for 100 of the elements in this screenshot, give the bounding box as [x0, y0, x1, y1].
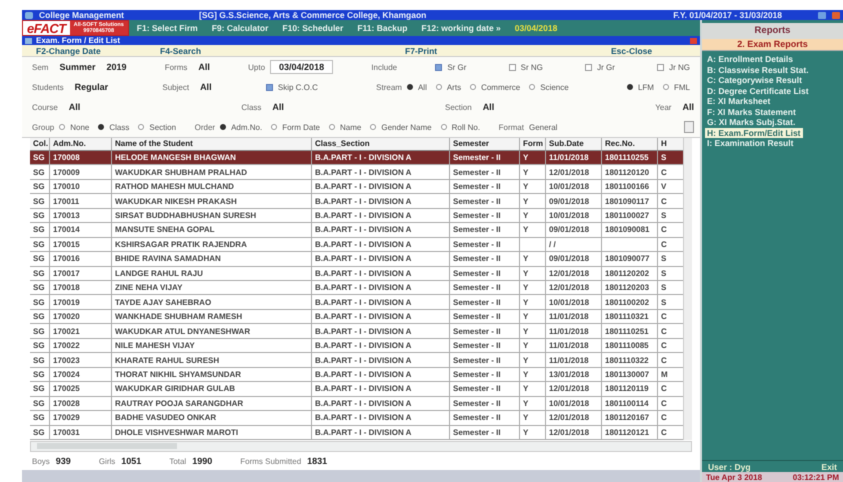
field-value[interactable]: Summer	[59, 62, 96, 72]
column-header[interactable]: Name of the Student	[112, 138, 312, 150]
table-row[interactable]: SG 170028 RAUTRAY POOJA SARANGDHAR B.A.PART - I - DIVISION A Semester - II Y 10/01/2018 1801100114 C	[30, 396, 683, 412]
checkbox[interactable]	[266, 84, 273, 90]
checkbox[interactable]	[435, 64, 442, 70]
column-header[interactable]: Sub.Date	[546, 138, 602, 150]
table-row[interactable]: SG 170015 KSHIRSAGAR PRATIK RAJENDRA B.A.PART - I - DIVISION A Semester - II / / C	[30, 238, 683, 252]
table-cell: B.A.PART - I - DIVISION A	[312, 252, 450, 266]
radio-button[interactable]	[98, 124, 104, 130]
menu-item[interactable]: F: XI Marks Statement	[705, 106, 798, 117]
menu-item[interactable]: E: XI Marksheet	[705, 96, 772, 106]
column-header[interactable]: Adm.No.	[50, 138, 112, 150]
table-cell: 11/01/2018	[546, 338, 602, 352]
date-field[interactable]: 03/04/2018	[270, 60, 334, 74]
menu-item[interactable]: H: Exam.Form/Edit List	[705, 128, 803, 138]
table-row[interactable]: SG 170031 DHOLE VISHVESHWAR MAROTI B.A.PART - I - DIVISION A Semester - II Y 12/01/2018 1801120121 C	[30, 426, 683, 440]
table-row[interactable]: SG 170025 WAKUDKAR GIRIDHAR GULAB B.A.PART - I - DIVISION A Semester - II Y 12/01/2018 1801120119 C	[30, 382, 683, 397]
table-row[interactable]: SG 170009 WAKUDKAR SHUBHAM PRALHAD B.A.PART - I - DIVISION A Semester - II Y 12/01/2018 1801120120 C	[30, 165, 683, 180]
field-value[interactable]: Regular	[74, 82, 108, 92]
table-cell: SG	[30, 165, 50, 179]
field-value[interactable]: All	[682, 102, 694, 112]
table-row[interactable]: SG 170014 MANSUTE SNEHA GOPAL B.A.PART - I - DIVISION A Semester - II Y 09/01/2018 1801090081 C	[30, 223, 683, 238]
toolbar-item[interactable]: F1: Select Firm	[136, 23, 198, 33]
function-key[interactable]: Esc-Close	[611, 46, 652, 56]
status-date: Tue Apr 3 2018	[706, 472, 762, 482]
function-key[interactable]: F4-Search	[160, 46, 405, 56]
table-cell: 170009	[50, 165, 112, 179]
table-row[interactable]: SG 170017 LANDGE RAHUL RAJU B.A.PART - I - DIVISION A Semester - II Y 12/01/2018 1801120202 S	[30, 266, 683, 282]
menu-item[interactable]: G: XI Marks Subj.Stat.	[705, 117, 798, 128]
radio-button[interactable]	[138, 124, 144, 130]
minimize-button[interactable]	[818, 12, 826, 18]
field-value[interactable]: All	[198, 62, 210, 72]
table-row[interactable]: SG 170022 NILE MAHESH VIJAY B.A.PART - I - DIVISION A Semester - II Y 11/01/2018 1801110085 C	[30, 338, 683, 354]
field-value[interactable]: All	[68, 102, 80, 112]
toolbar-item[interactable]: F12: working date »	[421, 23, 501, 33]
table-cell: 170017	[50, 266, 112, 280]
radio-button[interactable]	[436, 84, 442, 90]
table-row[interactable]: SG 170016 BHIDE RAVINA SAMADHAN B.A.PART - I - DIVISION A Semester - II Y 09/01/2018 1801090077 S	[30, 252, 683, 267]
function-key[interactable]: F2-Change Date	[36, 46, 160, 56]
checkbox[interactable]	[585, 64, 592, 70]
table-row[interactable]: SG 170018 ZINE NEHA VIJAY B.A.PART - I - DIVISION A Semester - II Y 12/01/2018 1801120203 S	[30, 281, 683, 296]
menu-item[interactable]: C: Categorywise Result	[705, 75, 804, 86]
column-header[interactable]: Class_Section	[312, 138, 450, 150]
table-cell: 170025	[50, 382, 112, 396]
table-row[interactable]: SG 170011 WAKUDKAR NIKESH PRAKASH B.A.PART - I - DIVISION A Semester - II Y 09/01/2018 1801090117 C	[30, 194, 683, 209]
table-row[interactable]: SG 170021 WAKUDKAR ATUL DNYANESHWAR B.A.PART - I - DIVISION A Semester - II Y 11/01/2018 1801110251 C	[30, 324, 683, 339]
field-value[interactable]: All	[482, 102, 494, 112]
checkbox[interactable]	[508, 64, 516, 70]
radio-button[interactable]	[440, 124, 447, 130]
column-header[interactable]: Rec.No.	[602, 138, 658, 150]
radio-button[interactable]	[662, 84, 669, 90]
table-row[interactable]: SG 170013 SIRSAT BUDDHABHUSHAN SURESH B.A.PART - I - DIVISION A Semester - II Y 10/01/2018 1801100027 S	[30, 208, 683, 224]
table-row[interactable]: SG 170024 THORAT NIKHIL SHYAMSUNDAR B.A.PART - I - DIVISION A Semester - II Y 13/01/2018 1801130007 M	[30, 368, 683, 382]
toolbar-item[interactable]: F11: Backup	[357, 23, 408, 33]
table-cell: 12/01/2018	[546, 165, 602, 179]
app-icon	[25, 12, 33, 18]
radio-button[interactable]	[271, 124, 278, 130]
horizontal-scrollbar[interactable]	[30, 441, 692, 452]
close-button[interactable]	[832, 12, 840, 18]
radio-button[interactable]	[220, 124, 226, 130]
table-row[interactable]: SG 170023 KHARATE RAHUL SURESH B.A.PART - I - DIVISION A Semester - II Y 11/01/2018 1801110322 C	[30, 353, 683, 368]
table-row[interactable]: SG 170019 TAYDE AJAY SAHEBRAO B.A.PART - I - DIVISION A Semester - II Y 10/01/2018 1801100202 S	[30, 295, 683, 310]
field-value[interactable]: 2019	[106, 62, 126, 72]
radio-button[interactable]	[59, 124, 66, 130]
table-cell: 1801110255	[602, 150, 658, 164]
table-row[interactable]: SG 170020 WANKHADE SHUBHAM RAMESH B.A.PART - I - DIVISION A Semester - II Y 11/01/2018 1801110321 C	[30, 310, 683, 324]
table-cell: WAKUDKAR NIKESH PRAKASH	[112, 194, 312, 208]
radio-button[interactable]	[529, 84, 536, 90]
field-value[interactable]: All	[200, 82, 212, 92]
table-cell: Semester - II	[450, 310, 520, 324]
menu-item[interactable]: D: Degree Certificate List	[705, 86, 811, 96]
dropdown-button[interactable]	[684, 121, 694, 133]
column-header[interactable]: Semester	[450, 138, 520, 150]
toolbar-item[interactable]: F10: Scheduler	[282, 23, 344, 33]
menu-item[interactable]: B: Classwise Result Stat.	[705, 64, 811, 75]
scrollbar-thumb[interactable]	[37, 443, 177, 450]
table-row[interactable]: SG 170029 BADHE VASUDEO ONKAR B.A.PART - I - DIVISION A Semester - II Y 12/01/2018 1801120167 C	[30, 411, 683, 426]
column-header[interactable]: Form	[520, 138, 546, 150]
field-label: Course	[32, 102, 58, 112]
format-dropdown[interactable]: General	[528, 122, 679, 132]
radio-button[interactable]	[370, 124, 376, 130]
radio-button[interactable]	[470, 84, 476, 90]
vertical-scrollbar[interactable]	[683, 138, 692, 440]
table-cell: B.A.PART - I - DIVISION A	[312, 353, 450, 367]
field-value[interactable]: All	[272, 102, 284, 112]
toolbar-item[interactable]: F9: Calculator	[212, 23, 268, 33]
close-button[interactable]	[690, 38, 697, 44]
radio-button[interactable]	[626, 84, 633, 90]
college-name: [SG] G.S.Science, Arts & Commerce College, Khamgaon	[199, 10, 428, 20]
column-header[interactable]: H	[658, 138, 683, 150]
radio-button[interactable]	[329, 124, 336, 130]
table-row[interactable]: SG 170010 RATHOD MAHESH MULCHAND B.A.PART - I - DIVISION A Semester - II Y 10/01/2018 1801100166 V	[30, 180, 683, 194]
exit-link[interactable]: Exit	[821, 462, 837, 472]
menu-item[interactable]: A: Enrollment Details	[705, 54, 795, 64]
checkbox[interactable]	[657, 64, 664, 70]
radio-button[interactable]	[406, 84, 413, 90]
function-key[interactable]: F7-Print	[405, 46, 611, 56]
table-row[interactable]: SG 170008 HELODE MANGESH BHAGWAN B.A.PART - I - DIVISION A Semester - II Y 11/01/2018 1801110255 S	[30, 150, 683, 166]
menu-item[interactable]: I: Examination Result	[705, 138, 796, 148]
column-header[interactable]: Col.	[30, 138, 50, 150]
